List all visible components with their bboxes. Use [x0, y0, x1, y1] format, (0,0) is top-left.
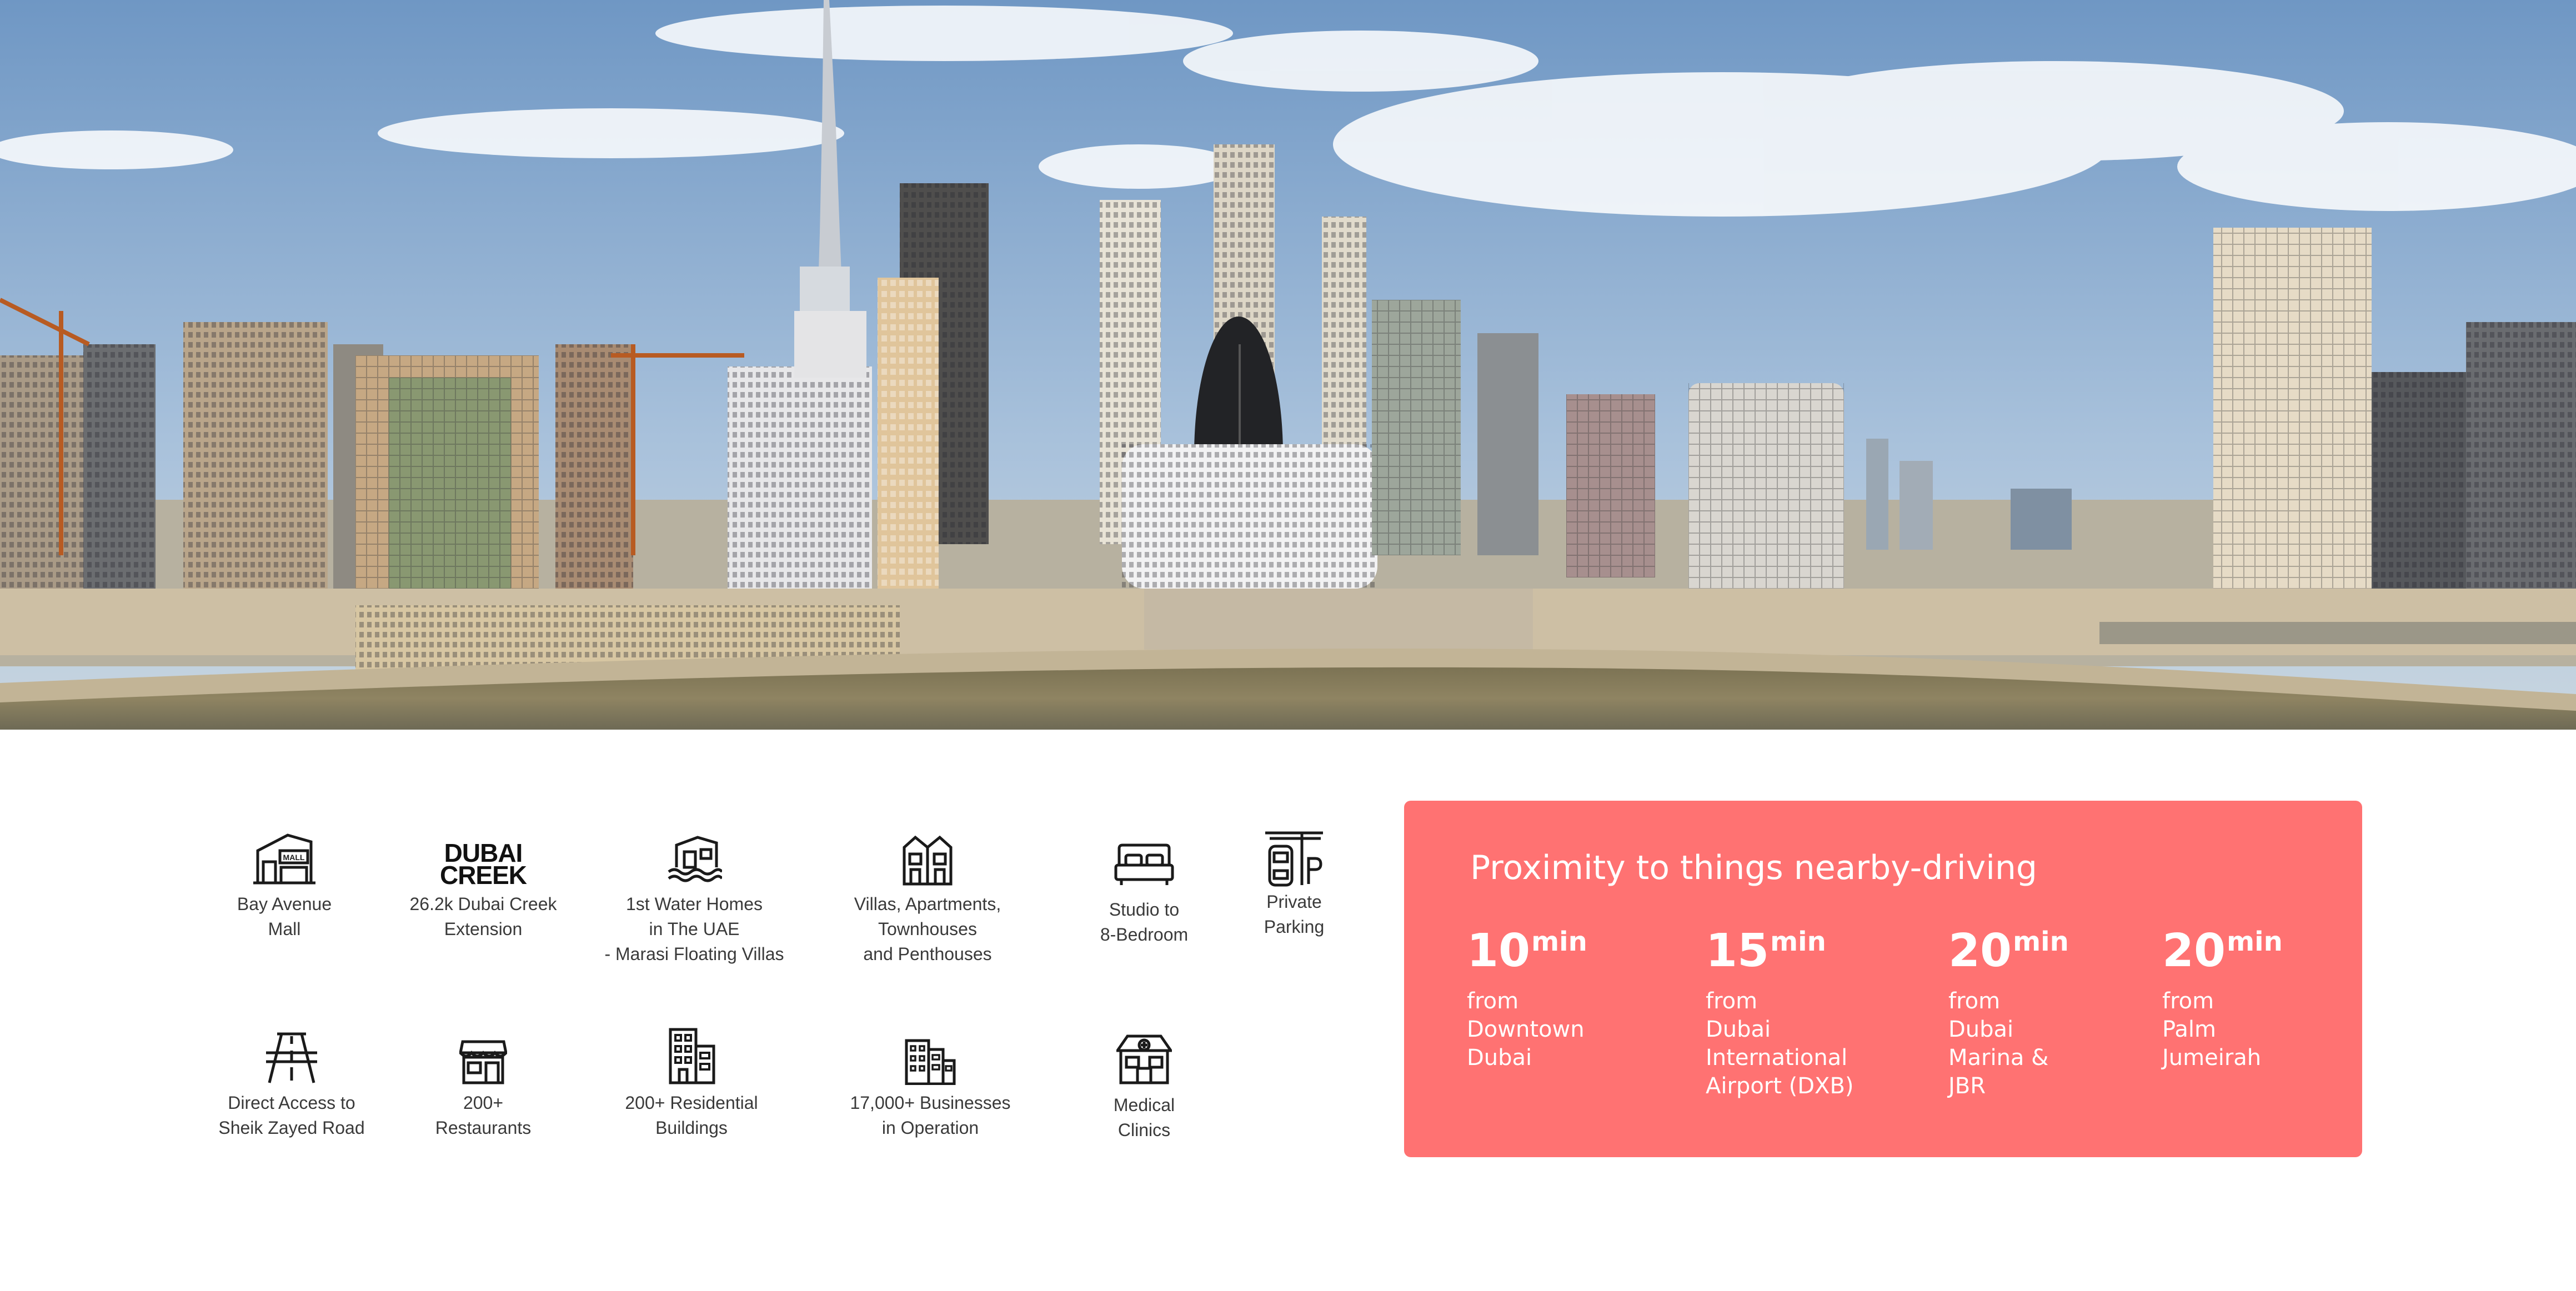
proximity-desc-line: Dubai	[1706, 1017, 1771, 1042]
bed-icon	[1114, 843, 1174, 885]
proximity-desc-line: Marina &	[1948, 1045, 2049, 1071]
proximity-desc-line: from	[1706, 988, 1758, 1014]
amenity-water-homes: 1st Water Homes in The UAE - Marasi Floa…	[594, 833, 794, 967]
proximity-desc-line: Jumeirah	[2162, 1045, 2262, 1071]
amenity-label-line: in The UAE	[649, 919, 740, 939]
proximity-title: Proximity to things nearby-driving	[1470, 848, 2037, 887]
amenity-label-line: - Marasi Floating Villas	[604, 944, 784, 964]
amenity-medical-clinics: Medical Clinics	[1077, 1034, 1211, 1143]
amenity-label-line: Medical	[1113, 1095, 1175, 1115]
parking-icon	[1265, 831, 1323, 887]
townhouse-icon	[903, 835, 953, 886]
amenity-label-line: Direct Access to	[228, 1093, 355, 1113]
water-home-icon	[668, 836, 722, 882]
proximity-value: 20	[1948, 925, 2012, 977]
proximity-desc-line: from	[1467, 988, 1519, 1014]
amenity-label-line: Studio to	[1109, 900, 1180, 920]
proximity-value: 10	[1467, 925, 1531, 977]
proximity-desc-line: Dubai	[1948, 1017, 2014, 1042]
skyline-illustration	[0, 0, 2576, 730]
proximity-item-downtown: 10min from Downtown Dubai	[1467, 925, 1587, 1072]
amenity-villas-apartments: Villas, Apartments, Townhouses and Penth…	[833, 833, 1022, 967]
proximity-item-airport: 15min from Dubai International Airport (…	[1706, 925, 1854, 1101]
mall-icon: MALL	[253, 833, 315, 885]
amenity-dubai-creek: DUBAI CREEK 26.2k Dubai Creek Extension	[400, 840, 567, 942]
amenity-businesses: 17,000+ Businesses in Operation	[833, 1038, 1028, 1141]
amenity-label-line: in Operation	[881, 1118, 979, 1138]
proximity-card: Proximity to things nearby-driving 10min…	[1404, 801, 2362, 1157]
proximity-desc-line: International	[1706, 1045, 1848, 1071]
logo-word: CREEK	[439, 860, 527, 890]
amenity-label-line: Bay Avenue	[237, 894, 332, 914]
road-icon	[266, 1032, 317, 1083]
proximity-item-marina: 20min from Dubai Marina & JBR	[1948, 925, 2069, 1101]
amenity-label-line: 1st Water Homes	[626, 894, 763, 914]
amenity-label-line: Buildings	[655, 1118, 728, 1138]
amenity-sheik-zayed-road: Direct Access to Sheik Zayed Road	[211, 1032, 372, 1141]
building-icon	[669, 1028, 715, 1084]
proximity-desc-line: JBR	[1948, 1073, 1986, 1099]
amenity-label-line: Villas, Apartments,	[854, 894, 1001, 914]
clinic-icon	[1116, 1034, 1172, 1084]
amenity-residential-buildings: 200+ Residential Buildings	[611, 1027, 772, 1141]
amenity-private-parking: Private Parking	[1239, 831, 1350, 940]
proximity-unit: min	[2013, 926, 2069, 957]
amenity-label-line: Parking	[1264, 917, 1325, 937]
amenity-label-line: 26.2k Dubai Creek	[409, 894, 557, 914]
business-icon	[905, 1039, 956, 1085]
hero-skyline-image	[0, 0, 2576, 730]
amenity-label-line: Extension	[444, 919, 523, 939]
proximity-desc-line: from	[2162, 988, 2214, 1014]
amenity-label-line: 200+	[463, 1093, 504, 1113]
svg-text:MALL: MALL	[283, 853, 305, 862]
amenity-label-line: and Penthouses	[863, 944, 992, 964]
amenity-label-line: Mall	[268, 919, 301, 939]
proximity-value: 15	[1706, 925, 1770, 977]
amenity-label-line: Restaurants	[435, 1118, 532, 1138]
amenity-label-line: Townhouses	[878, 919, 977, 939]
proximity-item-palm: 20min from Palm Jumeirah	[2162, 925, 2283, 1072]
dubai-creek-logo: DUBAI CREEK	[439, 840, 527, 890]
proximity-value: 20	[2162, 925, 2226, 977]
amenity-bay-avenue-mall: MALL Bay Avenue Mall	[223, 832, 345, 942]
restaurant-icon	[459, 1040, 507, 1084]
proximity-desc-line: Airport (DXB)	[1706, 1073, 1854, 1099]
proximity-unit: min	[2227, 926, 2283, 957]
amenity-label-line: Sheik Zayed Road	[218, 1118, 365, 1138]
amenity-bedrooms: Studio to 8-Bedroom	[1077, 843, 1211, 947]
amenity-label-line: 8-Bedroom	[1100, 925, 1189, 945]
proximity-unit: min	[1770, 926, 1826, 957]
proximity-desc-line: Dubai	[1467, 1045, 1532, 1071]
proximity-desc-line: Palm	[2162, 1017, 2216, 1042]
amenity-label-line: 17,000+ Businesses	[850, 1093, 1011, 1113]
proximity-desc-line: Downtown	[1467, 1017, 1585, 1042]
proximity-unit: min	[1531, 926, 1587, 957]
amenity-label-line: Private	[1266, 892, 1322, 912]
amenity-restaurants: 200+ Restaurants	[422, 1039, 544, 1141]
proximity-desc-line: from	[1948, 988, 2001, 1014]
amenity-label-line: 200+ Residential	[625, 1093, 758, 1113]
amenity-label-line: Clinics	[1117, 1120, 1171, 1140]
